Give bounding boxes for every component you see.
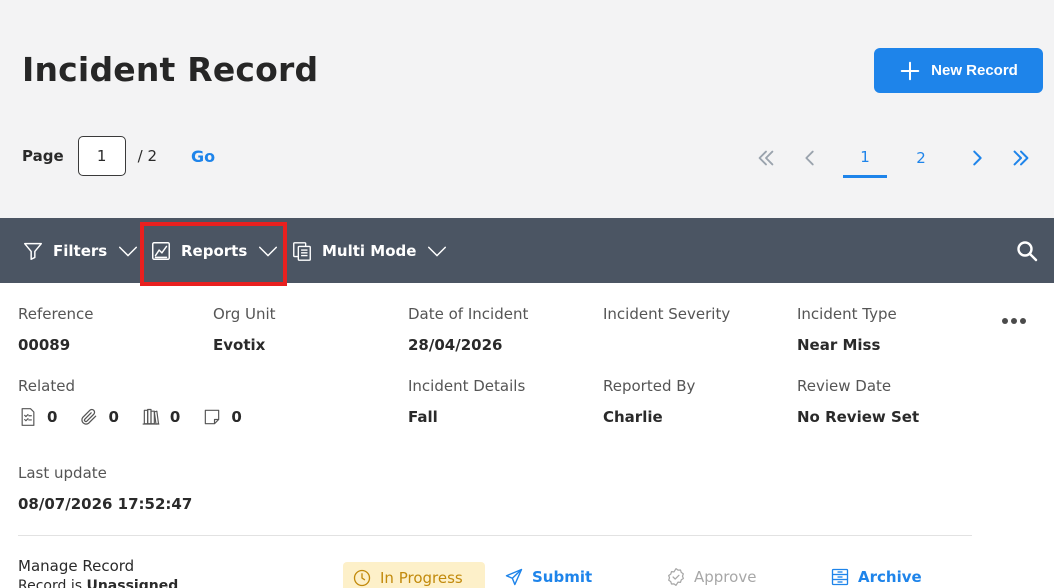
submit-button[interactable]: Submit [504,565,592,588]
previous-page-icon [805,150,814,166]
assignment-status: Record is Unassigned [18,578,178,588]
page-2-label: 2 [916,149,926,167]
page-2-button[interactable]: 2 [905,138,937,178]
assignment-prefix: Record is [18,578,87,588]
more-options-button[interactable] [1002,318,1026,324]
clock-icon [353,569,371,587]
page-header-area [0,0,1054,218]
first-page-button[interactable] [754,138,778,178]
date-of-incident-label: Date of Incident [408,305,529,323]
page-total: / 2 [137,147,157,165]
page-1-button[interactable]: 1 [843,138,887,178]
manage-record-title: Manage Record [18,557,135,575]
review-date-label: Review Date [797,377,892,395]
incident-type-value: Near Miss [797,336,881,354]
page-1-label: 1 [860,147,870,166]
reported-by-label: Reported By [603,377,696,395]
page-label: Page [22,147,64,165]
more-options-icon [1011,318,1017,324]
related-checklists[interactable]: 0 [18,407,57,427]
new-record-label: New Record [931,62,1018,79]
next-page-button[interactable] [966,138,988,178]
approve-badge-icon [668,568,684,586]
last-update-label: Last update [18,464,107,482]
next-page-icon [973,150,982,166]
assignment-value: Unassigned [86,578,179,588]
related-attachments-count: 0 [108,408,119,426]
chevron-down-icon [119,246,138,256]
more-options-icon [1002,318,1008,324]
send-icon [505,568,523,586]
multi-mode-icon [293,241,311,261]
plus-icon [900,61,920,80]
page-jump: Page / 2 Go [22,136,215,176]
status-label: In Progress [380,569,463,587]
chevron-down-icon [428,246,447,256]
approve-button[interactable]: Approve [666,565,756,588]
approve-label: Approve [694,568,757,586]
related-label: Related [18,377,75,395]
previous-page-button[interactable] [799,138,821,178]
page-title: Incident Record [22,50,319,89]
multi-mode-label: Multi Mode [322,241,417,260]
filters-label: Filters [53,241,108,260]
filters-menu[interactable]: Filters [22,218,139,283]
archive-icon [831,568,849,586]
related-library-count: 0 [169,408,181,426]
library-icon [142,408,160,425]
related-notes-count: 0 [231,408,242,426]
org-unit-value: Evotix [213,336,266,354]
last-update-value: 08/07/2026 17:52:47 [18,495,193,513]
last-page-icon [1013,150,1029,166]
related-attachments[interactable]: 0 [79,407,119,427]
reference-value: 00089 [18,336,71,354]
search-button[interactable] [1015,218,1039,283]
related-notes[interactable]: 0 [202,407,242,427]
reference-label: Reference [18,305,94,323]
date-of-incident-value: 28/04/2026 [408,336,503,354]
go-button[interactable]: Go [191,147,215,166]
search-icon [1017,240,1038,261]
review-date-value: No Review Set [797,408,920,426]
incident-severity-label: Incident Severity [603,305,731,323]
org-unit-label: Org Unit [213,305,276,323]
multi-mode-menu[interactable]: Multi Mode [291,218,448,283]
incident-type-label: Incident Type [797,305,897,323]
archive-button[interactable]: Archive [830,565,922,588]
related-library[interactable]: 0 [141,407,180,427]
paperclip-icon [81,408,97,425]
related-counts: 0 0 0 0 [18,405,264,429]
archive-label: Archive [858,568,922,586]
reported-by-value: Charlie [603,408,663,426]
more-options-icon [1020,318,1026,324]
related-checklists-count: 0 [47,408,58,426]
reports-highlight-box [140,222,287,286]
incident-details-label: Incident Details [408,377,526,395]
first-page-icon [758,150,774,166]
submit-label: Submit [532,568,593,586]
checklist-icon [21,408,35,426]
incident-details-value: Fall [408,408,438,426]
last-page-button[interactable] [1009,138,1033,178]
new-record-button[interactable]: New Record [874,48,1043,93]
page-number-input[interactable] [77,136,126,176]
section-divider [18,535,972,536]
filter-icon [24,242,42,260]
status-badge: In Progress [343,562,485,588]
note-icon [205,409,220,425]
